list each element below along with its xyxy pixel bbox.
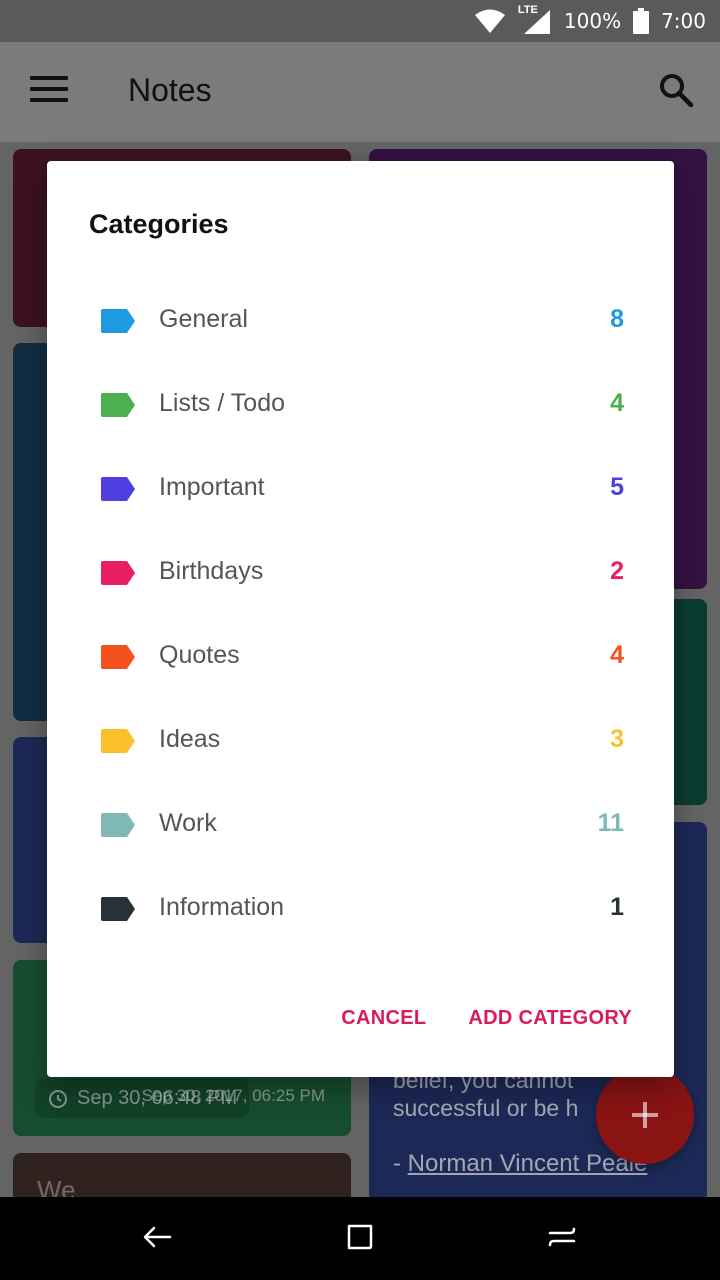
category-label: Birthdays — [159, 557, 264, 585]
home-icon[interactable] — [340, 1217, 380, 1257]
battery-icon — [633, 8, 650, 34]
category-label: Information — [159, 893, 285, 921]
category-label: Quotes — [159, 641, 240, 669]
category-item[interactable]: Information 1 — [47, 867, 674, 951]
battery-percent: 100% — [563, 9, 622, 33]
category-count: 3 — [610, 725, 624, 753]
category-count: 2 — [610, 557, 624, 585]
label-tag-icon — [101, 645, 135, 669]
category-item[interactable]: Lists / Todo 4 — [47, 363, 674, 447]
dialog-title: Categories — [89, 209, 229, 239]
category-label: Ideas — [159, 725, 221, 753]
label-tag-icon — [101, 477, 135, 501]
lte-signal: LTE — [518, 4, 552, 36]
search-icon[interactable] — [658, 72, 694, 108]
status-bar: LTE 100% 7:00 — [0, 0, 720, 42]
label-tag-icon — [101, 309, 135, 333]
category-count: 8 — [610, 305, 624, 333]
categories-dialog: Categories General 8 Lists / Todo 4 Importan… — [47, 161, 674, 1077]
cancel-button[interactable]: CANCEL — [341, 1007, 426, 1030]
signal-icon — [523, 10, 550, 34]
wifi-icon — [474, 9, 505, 33]
category-count: 4 — [610, 389, 624, 417]
navigation-bar — [0, 1197, 720, 1280]
label-tag-icon — [101, 393, 135, 417]
recents-icon[interactable] — [542, 1217, 582, 1257]
dialog-actions: CANCEL ADD CATEGORY — [341, 1007, 632, 1030]
add-category-button[interactable]: ADD CATEGORY — [468, 1007, 632, 1030]
clock: 7:00 — [661, 9, 706, 33]
back-icon[interactable] — [138, 1217, 178, 1257]
category-item[interactable]: Ideas 3 — [47, 699, 674, 783]
add-note-button[interactable] — [596, 1066, 694, 1164]
plus-icon — [632, 1102, 658, 1128]
category-count: 11 — [597, 809, 624, 837]
category-label: Work — [159, 809, 217, 837]
app-bar: Notes — [0, 42, 720, 142]
category-label: Lists / Todo — [159, 389, 286, 417]
category-label: Important — [159, 473, 265, 501]
category-count: 1 — [610, 893, 624, 921]
menu-icon[interactable] — [30, 76, 68, 108]
category-label: General — [159, 305, 248, 333]
category-list: General 8 Lists / Todo 4 Important 5 Birthdays… — [47, 279, 674, 951]
category-count: 4 — [610, 641, 624, 669]
category-item[interactable]: Birthdays 2 — [47, 531, 674, 615]
label-tag-icon — [101, 813, 135, 837]
category-item[interactable]: Important 5 — [47, 447, 674, 531]
category-item[interactable]: Work 11 — [47, 783, 674, 867]
label-tag-icon — [101, 561, 135, 585]
page-title: Notes — [128, 72, 212, 108]
category-item[interactable]: General 8 — [47, 279, 674, 363]
category-count: 5 — [610, 473, 624, 501]
label-tag-icon — [101, 897, 135, 921]
category-item[interactable]: Quotes 4 — [47, 615, 674, 699]
label-tag-icon — [101, 729, 135, 753]
